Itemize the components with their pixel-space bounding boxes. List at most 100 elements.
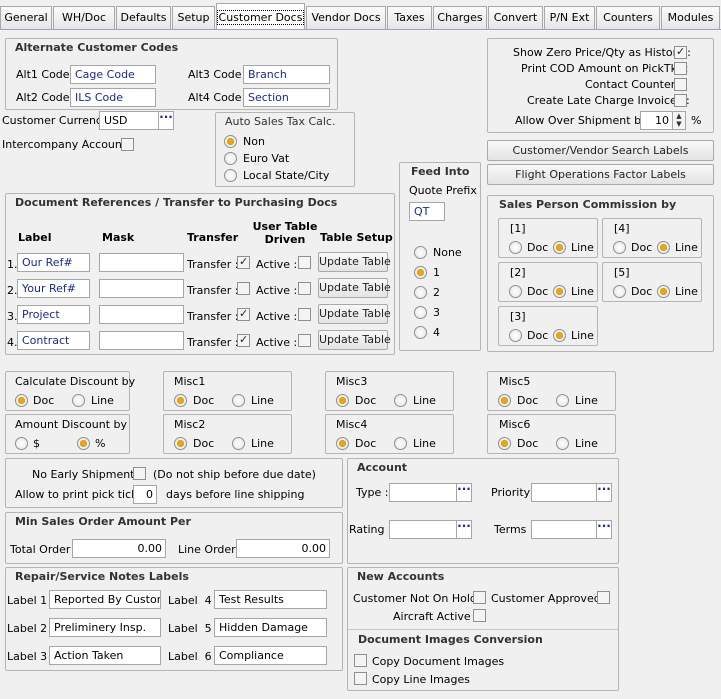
repair-label-6-input[interactable]: Compliance	[214, 646, 327, 665]
no-early-checkbox[interactable]	[133, 467, 146, 480]
amount-discount-dollar-radio[interactable]	[15, 437, 28, 450]
commission-line-radio[interactable]	[553, 285, 566, 298]
commission-line-radio[interactable]	[657, 241, 670, 254]
alt4-input[interactable]: Section	[243, 88, 330, 107]
approved-checkbox[interactable]	[597, 591, 610, 604]
misc3-doc-radio[interactable]	[336, 394, 349, 407]
amount-discount-percent-radio[interactable]	[77, 437, 90, 450]
tab-general[interactable]: General	[0, 6, 52, 29]
commission-doc-radio[interactable]	[613, 285, 626, 298]
ref-active-checkbox[interactable]	[298, 334, 311, 347]
repair-label-3-input[interactable]: Action Taken	[49, 646, 161, 665]
ref-label-input[interactable]: Your Ref#	[17, 279, 90, 298]
misc4-line-radio[interactable]	[394, 437, 407, 450]
account-priority-input[interactable]	[531, 483, 597, 502]
currency-lookup-button[interactable]: ···	[158, 111, 174, 130]
repair-label-5-input[interactable]: Hidden Damage	[214, 618, 327, 637]
misc4-doc-radio[interactable]	[336, 437, 349, 450]
quote-prefix-input[interactable]: QT	[409, 202, 445, 221]
tab-counters[interactable]: Counters	[596, 6, 660, 29]
ref-label-input[interactable]: Project	[17, 305, 90, 324]
aircraft-active-checkbox[interactable]	[473, 609, 486, 622]
misc5-line-radio[interactable]	[556, 394, 569, 407]
search-labels-button[interactable]: Customer/Vendor Search Labels	[487, 140, 714, 161]
repair-label-2-input[interactable]: Preliminery Insp.	[49, 618, 161, 637]
repair-label-1-input[interactable]: Reported By Customer	[49, 590, 161, 609]
account-priority-lookup-button[interactable]: ···	[596, 483, 612, 502]
tab-setup[interactable]: Setup	[172, 6, 215, 29]
ref-label-input[interactable]: Our Ref#	[17, 253, 90, 272]
tax-euro-vat-radio[interactable]	[224, 152, 237, 165]
calc-discount-line-radio[interactable]	[72, 394, 85, 407]
ref-transfer-checkbox[interactable]	[237, 333, 250, 347]
alt2-input[interactable]: ILS Code	[70, 88, 156, 107]
misc6-doc-radio[interactable]	[498, 437, 511, 450]
alt1-input[interactable]: Cage Code	[70, 65, 156, 84]
ref-transfer-checkbox[interactable]	[237, 255, 250, 269]
tab-convert[interactable]: Convert	[488, 6, 543, 29]
ref-mask-input[interactable]	[99, 305, 184, 324]
commission-doc-radio[interactable]	[509, 285, 522, 298]
update-table-button[interactable]: Update Table	[318, 330, 391, 350]
tax-non-radio[interactable]	[224, 135, 237, 148]
commission-doc-radio[interactable]	[613, 241, 626, 254]
tab-wh-doc[interactable]: WH/Doc	[53, 6, 115, 29]
feed-4-radio[interactable]	[414, 326, 427, 339]
commission-doc-radio[interactable]	[509, 241, 522, 254]
ref-label-input[interactable]: Contract	[17, 331, 90, 350]
account-terms-lookup-button[interactable]: ···	[596, 520, 612, 539]
ref-active-checkbox[interactable]	[298, 282, 311, 295]
ref-mask-input[interactable]	[99, 279, 184, 298]
repair-label-4-input[interactable]: Test Results	[214, 590, 327, 609]
currency-input[interactable]: USD	[99, 111, 159, 130]
zero-price-checkbox[interactable]	[674, 45, 687, 59]
feed-1-radio[interactable]	[414, 266, 427, 279]
account-rating-input[interactable]	[389, 520, 457, 539]
misc1-line-radio[interactable]	[232, 394, 245, 407]
alt3-input[interactable]: Branch	[243, 65, 330, 84]
misc6-line-radio[interactable]	[556, 437, 569, 450]
commission-line-radio[interactable]	[553, 241, 566, 254]
flight-ops-button[interactable]: Flight Operations Factor Labels	[487, 164, 714, 185]
tax-local-radio[interactable]	[224, 169, 237, 182]
commission-line-radio[interactable]	[657, 285, 670, 298]
feed-3-radio[interactable]	[414, 306, 427, 319]
misc1-doc-radio[interactable]	[174, 394, 187, 407]
feed-2-radio[interactable]	[414, 286, 427, 299]
line-order-input[interactable]: 0.00	[236, 539, 330, 558]
tab-customer-docs[interactable]: Customer Docs	[216, 3, 305, 29]
commission-line-radio[interactable]	[553, 329, 566, 342]
contact-counter-checkbox[interactable]	[674, 78, 687, 91]
tab-pn-ext[interactable]: P/N Ext	[544, 6, 595, 29]
ref-transfer-checkbox[interactable]	[237, 282, 250, 295]
account-type-input[interactable]	[389, 483, 457, 502]
misc2-doc-radio[interactable]	[174, 437, 187, 450]
feed-none-radio[interactable]	[414, 246, 427, 259]
tab-vendor-docs[interactable]: Vendor Docs	[306, 6, 386, 29]
account-type-lookup-button[interactable]: ···	[456, 483, 472, 502]
ref-mask-input[interactable]	[99, 253, 184, 272]
total-order-input[interactable]: 0.00	[72, 539, 166, 558]
tab-charges[interactable]: Charges	[433, 6, 487, 29]
calc-discount-doc-radio[interactable]	[15, 394, 28, 407]
intercompany-checkbox[interactable]	[121, 138, 134, 151]
over-shipment-input[interactable]: 10	[640, 111, 673, 130]
commission-doc-radio[interactable]	[509, 329, 522, 342]
copy-doc-images-checkbox[interactable]	[354, 654, 367, 667]
over-shipment-spinner[interactable]: ▲ ▼	[672, 111, 686, 130]
misc5-doc-radio[interactable]	[498, 394, 511, 407]
late-charge-checkbox[interactable]	[674, 94, 687, 107]
ref-mask-input[interactable]	[99, 331, 184, 350]
misc2-line-radio[interactable]	[232, 437, 245, 450]
ref-active-checkbox[interactable]	[298, 256, 311, 269]
copy-line-images-checkbox[interactable]	[354, 672, 367, 685]
misc3-line-radio[interactable]	[394, 394, 407, 407]
tab-modules[interactable]: Modules	[661, 6, 720, 29]
ref-transfer-checkbox[interactable]	[237, 307, 250, 321]
ref-active-checkbox[interactable]	[298, 308, 311, 321]
print-cod-checkbox[interactable]	[674, 62, 687, 75]
account-terms-input[interactable]	[531, 520, 597, 539]
not-on-hold-checkbox[interactable]	[473, 591, 486, 604]
update-table-button[interactable]: Update Table	[318, 278, 391, 298]
account-rating-lookup-button[interactable]: ···	[456, 520, 472, 539]
